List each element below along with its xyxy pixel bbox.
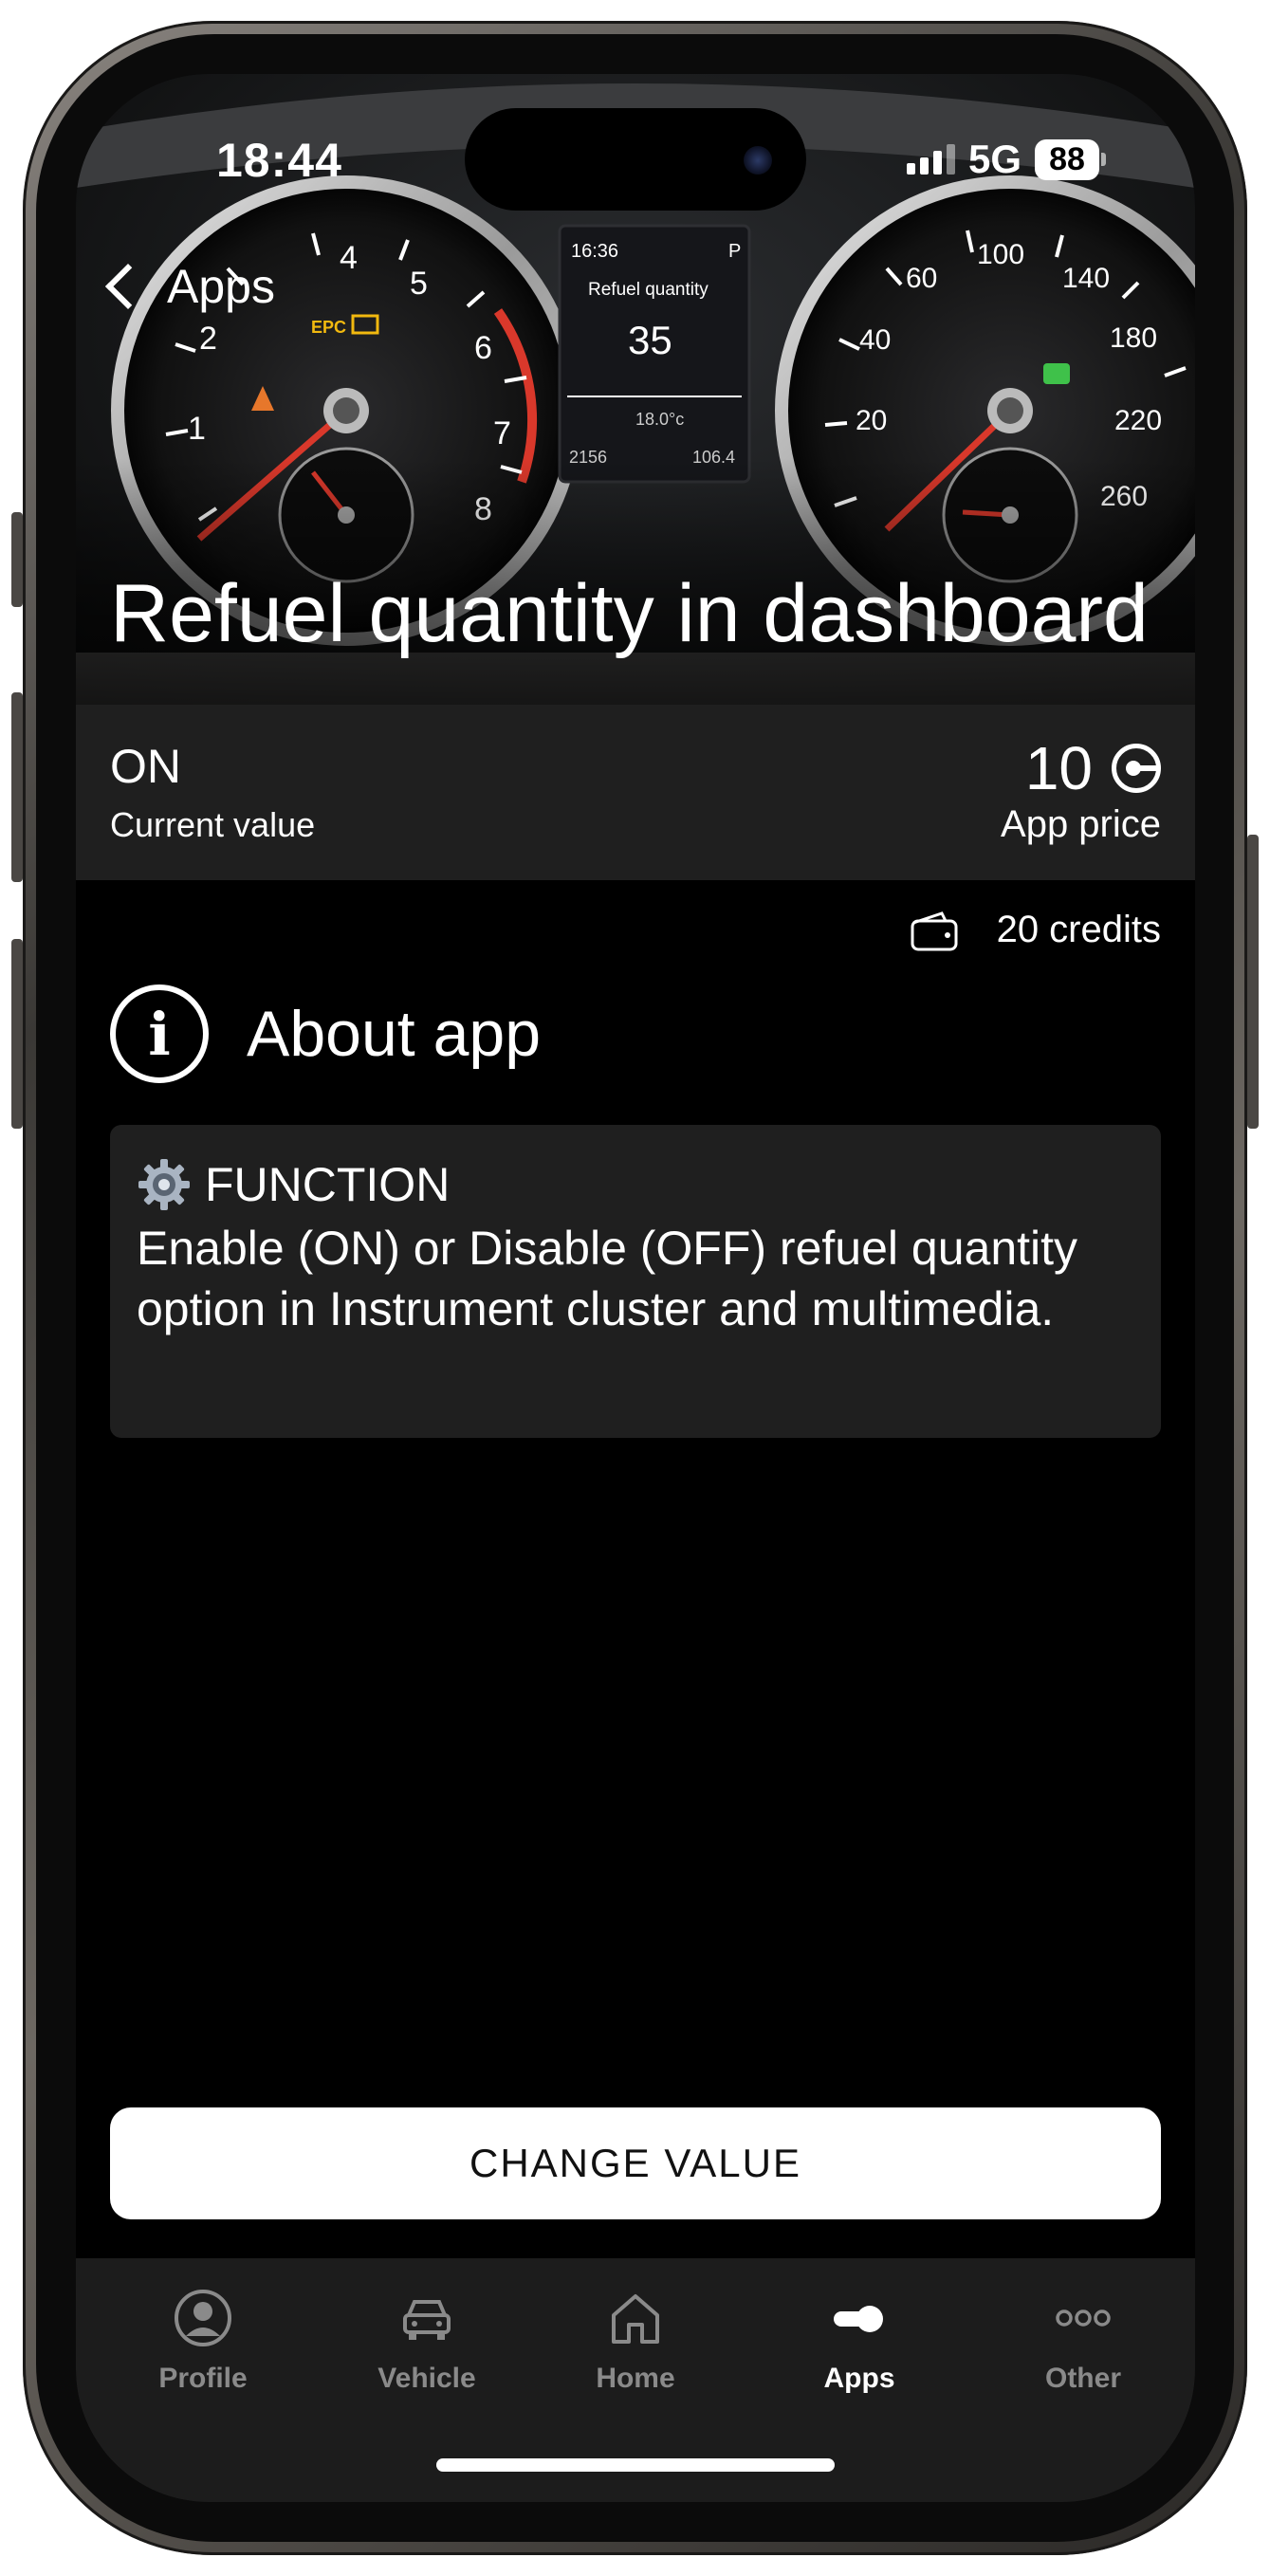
profile-icon — [175, 2290, 231, 2346]
svg-text:220: 220 — [1114, 405, 1162, 436]
app-price-value: 10 — [1024, 734, 1093, 802]
svg-text:140: 140 — [1062, 263, 1110, 294]
gear-icon — [138, 1159, 190, 1210]
change-value-button[interactable]: CHANGE VALUE — [110, 2107, 1161, 2219]
app-price-label: App price — [1001, 803, 1161, 845]
svg-text:20: 20 — [856, 405, 887, 436]
network-type: 5G — [967, 137, 1022, 181]
svg-text:7: 7 — [493, 415, 511, 451]
center-display: 16:36 P Refuel quantity 35 18.0°c 2156 1… — [558, 224, 751, 484]
page-title: Refuel quantity in dashboard — [110, 568, 1149, 659]
function-description: Enable (ON) or Disable (OFF) refuel quan… — [137, 1222, 1078, 1335]
about-title: About app — [247, 998, 542, 1070]
cellular-signal-icon — [906, 144, 955, 175]
app-info-bar: ON Current value 10 App price — [76, 705, 1195, 880]
info-icon: i — [110, 984, 209, 1083]
svg-text:4: 4 — [340, 240, 358, 276]
status-time: 18:44 — [216, 134, 342, 187]
tab-vehicle[interactable]: Vehicle — [332, 2287, 522, 2395]
tab-label: Profile — [158, 2363, 248, 2394]
car-icon — [403, 2300, 451, 2340]
current-value: ON — [110, 740, 181, 793]
svg-text:60: 60 — [906, 263, 937, 294]
svg-text:EPC: EPC — [311, 318, 346, 337]
home-icon — [612, 2294, 659, 2344]
battery-level: 88 — [1035, 138, 1099, 180]
action-button — [11, 512, 23, 607]
back-button[interactable]: Apps — [97, 259, 275, 314]
function-card: FUNCTION Enable (ON) or Disable (OFF) re… — [110, 1125, 1161, 1438]
function-label: FUNCTION — [205, 1158, 451, 1211]
svg-text:P: P — [728, 241, 741, 262]
current-value-label: Current value — [110, 805, 316, 844]
svg-text:18.0°c: 18.0°c — [635, 410, 684, 429]
toggle-icon — [834, 2306, 883, 2332]
tab-label: Other — [1044, 2363, 1121, 2394]
svg-text:35: 35 — [628, 318, 672, 362]
svg-text:2: 2 — [199, 321, 217, 357]
tab-home[interactable]: Home — [541, 2287, 730, 2395]
tab-other[interactable]: Other — [988, 2287, 1178, 2395]
tab-label: Vehicle — [377, 2363, 476, 2394]
svg-text:1: 1 — [188, 411, 206, 447]
tab-profile[interactable]: Profile — [108, 2287, 298, 2395]
wallet-icon — [911, 911, 958, 950]
svg-text:16:36: 16:36 — [571, 241, 618, 262]
app-screen: 1 2 4 5 6 7 8 EPC 16:36 P — [76, 74, 1195, 2502]
tab-label: Apps — [823, 2363, 895, 2394]
svg-text:180: 180 — [1110, 322, 1157, 354]
power-button — [1247, 835, 1259, 1129]
svg-text:100: 100 — [977, 239, 1024, 270]
credits-balance: 20 credits — [910, 909, 1161, 951]
back-label: Apps — [167, 260, 275, 313]
svg-text:40: 40 — [859, 324, 891, 356]
app-price: 10 — [1025, 733, 1161, 803]
function-header: FUNCTION — [137, 1157, 1134, 1212]
about-header: i About app — [110, 984, 541, 1083]
credit-coin-icon — [1112, 744, 1161, 793]
front-camera — [744, 146, 772, 175]
tab-label: Home — [596, 2363, 675, 2394]
more-icon — [1056, 2309, 1111, 2327]
credits-text: 20 credits — [996, 909, 1161, 950]
volume-up-button — [11, 692, 23, 882]
tab-apps[interactable]: Apps — [764, 2287, 954, 2395]
home-indicator[interactable] — [436, 2458, 835, 2472]
chevron-left-icon — [104, 263, 152, 310]
hero-image: 1 2 4 5 6 7 8 EPC 16:36 P — [76, 74, 1195, 705]
volume-down-button — [11, 939, 23, 1129]
svg-text:6: 6 — [474, 330, 492, 366]
svg-text:5: 5 — [410, 266, 428, 302]
battery-icon: 88 — [1035, 138, 1106, 180]
status-indicators: 5G 88 — [906, 137, 1106, 182]
svg-text:Refuel quantity: Refuel quantity — [588, 280, 709, 300]
